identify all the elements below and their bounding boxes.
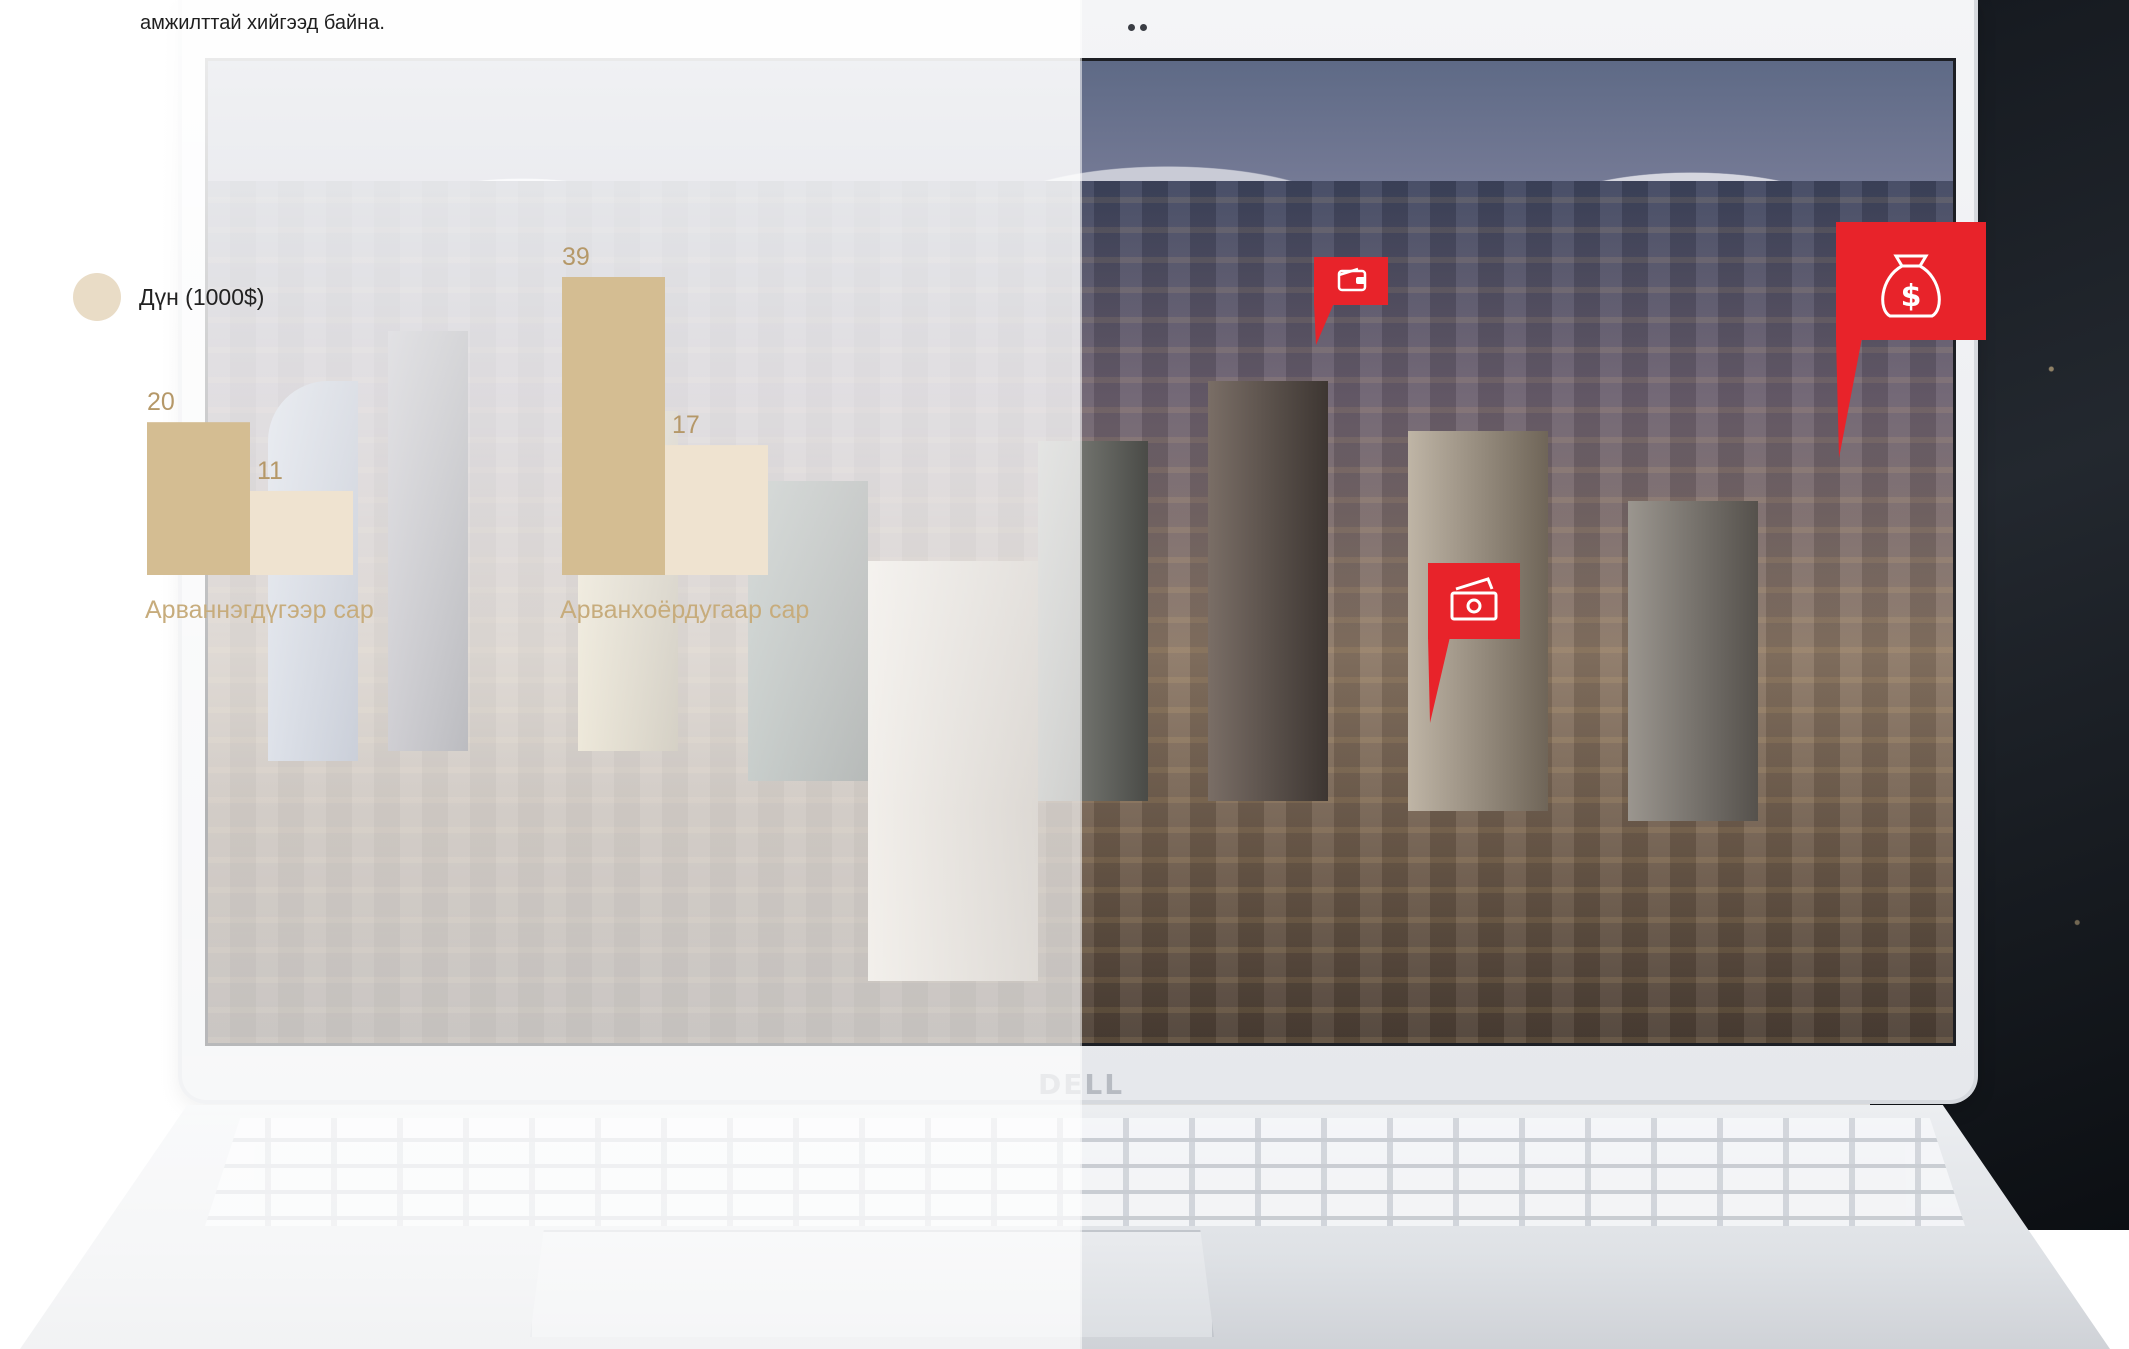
bar-value-label: 17 bbox=[672, 411, 700, 439]
bar-chart: 20 11 Арваннэгдүгээр сар 39 17 Арванхоёрдугаа… bbox=[145, 243, 809, 624]
bar-value-label: 20 bbox=[147, 388, 175, 416]
bar-s1-2 bbox=[562, 277, 665, 575]
bar-s2-2 bbox=[665, 445, 768, 575]
bar-value-label: 39 bbox=[562, 243, 590, 271]
page-canvas: DELL $ bbox=[0, 0, 2129, 1349]
bar-value-label: 11 bbox=[257, 457, 283, 485]
bar-s2-1 bbox=[250, 490, 353, 575]
category-label: Арваннэгдүгээр сар bbox=[145, 596, 374, 624]
bar-s1-1 bbox=[147, 422, 250, 575]
category-label: Арванхоёрдугаар сар bbox=[560, 596, 809, 624]
